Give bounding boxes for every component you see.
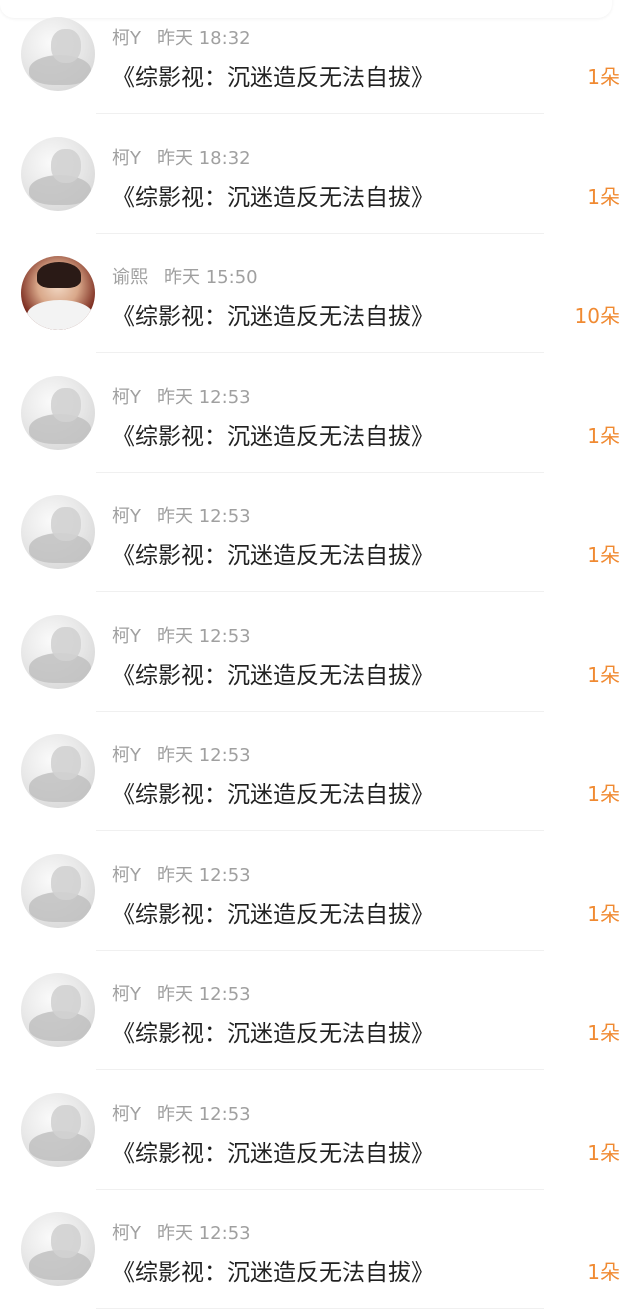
item-meta: 柯Y 昨天 18:32: [112, 144, 251, 170]
timestamp: 昨天 12:53: [157, 745, 251, 766]
book-title[interactable]: 《综影视：沉迷造反无法自拔》: [112, 1134, 434, 1168]
avatar[interactable]: [21, 1212, 95, 1286]
book-title[interactable]: 《综影视：沉迷造反无法自拔》: [112, 775, 434, 809]
flower-count: 1朵: [587, 65, 620, 89]
item-meta: 柯Y 昨天 12:53: [112, 980, 251, 1006]
avatar[interactable]: [21, 256, 95, 330]
row-divider: [96, 949, 544, 951]
flower-count: 10朵: [574, 304, 620, 328]
user-name[interactable]: 柯Y: [112, 387, 141, 408]
avatar[interactable]: [21, 136, 95, 211]
list-item[interactable]: 柯Y 昨天 18:32 《综影视：沉迷造反无法自拔》 1朵: [0, 120, 640, 239]
user-name[interactable]: 柯Y: [112, 1223, 141, 1244]
user-name[interactable]: 柯Y: [112, 1104, 141, 1125]
flower-count: 1朵: [587, 184, 620, 209]
timestamp: 昨天 12:53: [157, 1103, 251, 1125]
book-title[interactable]: 《综影视：沉迷造反无法自拔》: [112, 656, 434, 690]
row-divider: [96, 710, 544, 712]
item-meta: 柯Y 昨天 12:53: [112, 741, 251, 767]
row-divider: [96, 1188, 544, 1190]
avatar[interactable]: [21, 973, 95, 1047]
timestamp: 昨天 12:53: [157, 1223, 251, 1244]
list-item[interactable]: 柯Y 昨天 12:53 《综影视：沉迷造反无法自拔》 1朵: [0, 1195, 640, 1314]
avatar[interactable]: [21, 375, 95, 450]
book-title[interactable]: 《综影视：沉迷造反无法自拔》: [112, 58, 434, 92]
timestamp: 昨天 18:32: [157, 28, 251, 49]
timestamp: 昨天 12:53: [157, 864, 251, 886]
book-title[interactable]: 《综影视：沉迷造反无法自拔》: [112, 417, 434, 451]
book-title[interactable]: 《综影视：沉迷造反无法自拔》: [112, 895, 434, 929]
user-name[interactable]: 柯Y: [112, 506, 141, 527]
user-name[interactable]: 柯Y: [112, 148, 141, 169]
user-name[interactable]: 柯Y: [112, 28, 141, 49]
avatar[interactable]: [21, 1092, 95, 1167]
book-title[interactable]: 《综影视：沉迷造反无法自拔》: [112, 536, 434, 570]
avatar[interactable]: [21, 495, 95, 569]
flower-count: 1朵: [587, 782, 620, 806]
row-divider: [96, 591, 544, 592]
flower-count: 1朵: [587, 1260, 620, 1284]
item-meta: 柯Y 昨天 12:53: [112, 502, 251, 528]
book-title[interactable]: 《综影视：沉迷造反无法自拔》: [112, 1014, 434, 1048]
user-name[interactable]: 柯Y: [112, 865, 141, 886]
avatar[interactable]: [21, 17, 95, 91]
item-meta: 柯Y 昨天 12:53: [112, 1219, 251, 1245]
row-divider: [96, 113, 544, 114]
timestamp: 昨天 18:32: [157, 147, 251, 169]
row-divider: [96, 232, 544, 234]
row-divider: [96, 352, 544, 353]
list-item[interactable]: 柯Y 昨天 12:53 《综影视：沉迷造反无法自拔》 1朵: [0, 1076, 640, 1195]
book-title[interactable]: 《综影视：沉迷造反无法自拔》: [112, 297, 434, 331]
timestamp: 昨天 12:53: [157, 386, 251, 408]
list-item[interactable]: 柯Y 昨天 12:53 《综影视：沉迷造反无法自拔》 1朵: [0, 956, 640, 1075]
timestamp: 昨天 12:53: [157, 625, 251, 647]
item-meta: 柯Y 昨天 18:32: [112, 24, 251, 50]
book-title[interactable]: 《综影视：沉迷造反无法自拔》: [112, 178, 434, 212]
flower-count: 1朵: [587, 1140, 620, 1165]
row-divider: [96, 1308, 544, 1309]
flower-count: 1朵: [587, 1021, 620, 1045]
book-title[interactable]: 《综影视：沉迷造反无法自拔》: [112, 1253, 434, 1287]
item-meta: 柯Y 昨天 12:53: [112, 383, 251, 409]
flower-count: 1朵: [587, 543, 620, 567]
flower-count: 1朵: [587, 901, 620, 926]
item-meta: 谕熙 昨天 15:50: [112, 263, 258, 289]
list-item[interactable]: 柯Y 昨天 12:53 《综影视：沉迷造反无法自拔》 1朵: [0, 359, 640, 478]
item-meta: 柯Y 昨天 12:53: [112, 861, 251, 887]
list-item[interactable]: 柯Y 昨天 12:53 《综影视：沉迷造反无法自拔》 1朵: [0, 837, 640, 956]
user-name[interactable]: 柯Y: [112, 626, 141, 647]
list-item[interactable]: 柯Y 昨天 12:53 《综影视：沉迷造反无法自拔》 1朵: [0, 717, 640, 836]
list-item[interactable]: 柯Y 昨天 12:53 《综影视：沉迷造反无法自拔》 1朵: [0, 478, 640, 597]
list-item[interactable]: 柯Y 昨天 18:32 《综影视：沉迷造反无法自拔》 1朵: [0, 0, 640, 119]
user-name[interactable]: 柯Y: [112, 745, 141, 766]
row-divider: [96, 1069, 544, 1070]
row-divider: [96, 471, 544, 473]
timestamp: 昨天 12:53: [157, 984, 251, 1005]
avatar[interactable]: [21, 734, 95, 808]
avatar[interactable]: [21, 614, 95, 689]
item-meta: 柯Y 昨天 12:53: [112, 1100, 251, 1126]
flower-count: 1朵: [587, 423, 620, 448]
item-meta: 柯Y 昨天 12:53: [112, 622, 251, 648]
user-name[interactable]: 柯Y: [112, 984, 141, 1005]
row-divider: [96, 830, 544, 831]
list-item[interactable]: 柯Y 昨天 12:53 《综影视：沉迷造反无法自拔》 1朵: [0, 598, 640, 717]
timestamp: 昨天 15:50: [164, 267, 258, 288]
flower-count: 1朵: [587, 662, 620, 687]
list-item[interactable]: 谕熙 昨天 15:50 《综影视：沉迷造反无法自拔》 10朵: [0, 239, 640, 358]
timestamp: 昨天 12:53: [157, 506, 251, 527]
avatar[interactable]: [21, 853, 95, 928]
user-name[interactable]: 谕熙: [112, 267, 148, 288]
